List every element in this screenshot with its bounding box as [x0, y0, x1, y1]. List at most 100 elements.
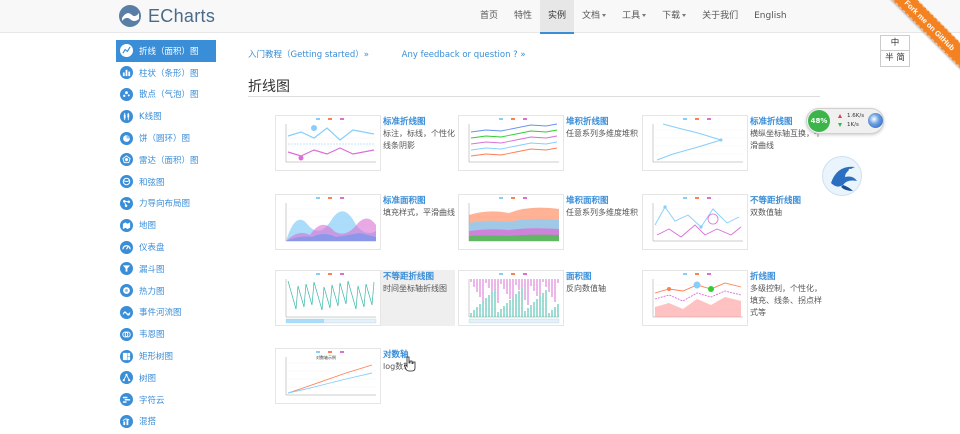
sidebar-item-venn-chart[interactable]: 韦恩图 — [116, 323, 216, 345]
sidebar-item-mix-chart[interactable]: 混搭 — [116, 411, 216, 433]
network-speed-widget[interactable]: 48% 1.6K/s 1K/s — [806, 108, 884, 134]
sidebar-item-treemap-chart[interactable]: 矩形树图 — [116, 345, 216, 367]
sidebar-item-label: 矩形树图 — [139, 352, 174, 363]
example-thumbnail[interactable] — [642, 270, 748, 326]
sidebar-item-label: 混搭 — [139, 417, 157, 428]
sidebar-item-label: 仪表盘 — [139, 243, 165, 254]
sidebar-item-line-chart[interactable]: 折线（面积）图 — [116, 40, 216, 62]
sidebar-item-chord-chart[interactable]: 和弦图 — [116, 171, 216, 193]
nav-item-7[interactable]: English — [746, 0, 795, 33]
eventriver-chart-icon — [120, 305, 133, 319]
nav-item-label: 工具 — [622, 11, 641, 21]
nav-item-6[interactable]: 关于我们 — [694, 0, 746, 33]
example-thumbnail[interactable] — [275, 270, 381, 326]
venn-chart-icon — [120, 327, 133, 341]
main-nav: 首页 特性 实例 文档 工具 下载 关于我们 English — [472, 0, 795, 34]
wordcloud-chart-icon — [120, 393, 133, 407]
speed-ball-icon — [868, 113, 883, 128]
sidebar-item-funnel-chart[interactable]: 漏斗图 — [116, 258, 216, 280]
example-thumbnail[interactable] — [642, 194, 748, 250]
page-title: 折线图 — [248, 79, 290, 95]
nav-item-2[interactable]: 实例 — [540, 0, 575, 34]
feedback-link[interactable]: Any feedback or question ? » — [402, 50, 526, 60]
example-description: log数轴 — [383, 362, 412, 371]
example-title[interactable]: 不等距折线图 — [750, 194, 801, 206]
example-title[interactable]: 面积图 — [566, 270, 592, 282]
example-card[interactable]: 折线图 多级控制，个性化，填充、线条、拐点样式等 — [642, 270, 822, 326]
candlestick-chart-icon — [120, 109, 133, 123]
download-speed: 1K/s — [847, 122, 859, 128]
sidebar-item-bar-chart[interactable]: 柱状（条形）图 — [116, 62, 216, 84]
example-card[interactable]: 标准面积图填充样式，平滑曲线 — [275, 194, 455, 250]
example-thumbnail[interactable] — [642, 115, 748, 171]
example-card[interactable]: 堆积折线图任意系列多维度堆积 — [458, 115, 638, 171]
sidebar-item-radar-chart[interactable]: 雷达（面积）图 — [116, 149, 216, 171]
sidebar-item-candlestick-chart[interactable]: K线图 — [116, 105, 216, 127]
sidebar-item-map-chart[interactable]: 地图 — [116, 214, 216, 236]
nav-item-label: 实例 — [548, 11, 567, 21]
sidebar-item-wordcloud-chart[interactable]: 字符云 — [116, 389, 216, 411]
sidebar-item-label: 饼（圆环）图 — [139, 134, 191, 145]
caret-down-icon — [602, 14, 607, 17]
example-thumbnail[interactable] — [275, 194, 381, 250]
example-title[interactable]: 堆积折线图 — [566, 115, 609, 127]
example-thumbnail[interactable] — [458, 270, 564, 326]
example-title[interactable]: 标准面积图 — [383, 194, 426, 206]
brand[interactable]: ECharts — [118, 4, 215, 28]
example-thumbnail[interactable] — [458, 194, 564, 250]
caret-down-icon — [682, 14, 687, 17]
bar-chart-icon — [120, 66, 133, 80]
example-thumbnail[interactable] — [458, 115, 564, 171]
nav-item-label: 关于我们 — [702, 11, 739, 21]
viewport: ECharts 首页 特性 实例 文档 工具 下载 关于我们 English Fork me … — [0, 0, 960, 434]
nav-item-label: 首页 — [480, 11, 499, 21]
sidebar-item-label: 漏斗图 — [139, 264, 165, 275]
example-title[interactable]: 堆积面积图 — [566, 194, 609, 206]
sidebar-item-heatmap-chart[interactable]: 热力图 — [116, 280, 216, 302]
sidebar-item-label: 和弦图 — [139, 177, 165, 188]
sidebar-item-gauge-chart[interactable]: 仪表盘 — [116, 236, 216, 258]
example-card[interactable]: 标准折线图 横纵坐标轴互换，平滑曲线 — [642, 115, 822, 171]
example-title[interactable]: 折线图 — [750, 270, 776, 282]
nav-item-5[interactable]: 下载 — [654, 0, 694, 33]
example-description: 填充样式，平滑曲线 — [383, 208, 455, 217]
sidebar-item-scatter-chart[interactable]: 散点（气泡）图 — [116, 84, 216, 106]
nav-item-label: 下载 — [662, 11, 681, 21]
bird-assistant-icon[interactable] — [822, 156, 862, 196]
nav-item-1[interactable]: 特性 — [506, 0, 540, 33]
nav-item-4[interactable]: 工具 — [614, 0, 654, 33]
sidebar-item-pie-chart[interactable]: 饼（圆环）图 — [116, 127, 216, 149]
example-card[interactable]: 标准折线图标注，标线，个性化线条阴影 — [275, 115, 455, 171]
example-card[interactable]: 对数轴示例 对数轴 log数轴 — [275, 348, 455, 404]
sidebar-item-tree-chart[interactable]: 树图 — [116, 367, 216, 389]
sidebar-item-force-chart[interactable]: 力导向布局图 — [116, 193, 216, 215]
nav-item-3[interactable]: 文档 — [574, 0, 614, 33]
example-title[interactable]: 标准折线图 — [383, 115, 426, 127]
sidebar-item-label: 字符云 — [139, 395, 165, 406]
sidebar-item-eventriver-chart[interactable]: 事件河流图 — [116, 302, 216, 324]
map-chart-icon — [120, 218, 133, 232]
github-ribbon-label[interactable]: Fork me on GitHub — [881, 0, 960, 74]
example-thumbnail[interactable]: 对数轴示例 — [275, 348, 381, 404]
example-title[interactable]: 标准折线图 — [750, 115, 793, 127]
nav-item-label: 特性 — [514, 11, 533, 21]
example-description: 任意系列多维度堆积 — [566, 129, 638, 138]
hand-cursor-icon — [404, 356, 416, 372]
example-description: 任意系列多维度堆积 — [566, 208, 638, 217]
github-ribbon[interactable]: Fork me on GitHub — [880, 0, 960, 80]
nav-item-0[interactable]: 首页 — [472, 0, 506, 33]
example-card[interactable]: 面积图 反向数值轴 — [458, 270, 638, 326]
example-card[interactable]: 不等距折线图 时间坐标轴折线图 — [275, 270, 455, 326]
example-description: 标注，标线，个性化线条阴影 — [383, 129, 455, 150]
sidebar-item-label: 折线（面积）图 — [139, 46, 199, 57]
example-card[interactable]: 不等距折线图 双数值轴 — [642, 194, 822, 250]
sidebar-item-label: 热力图 — [139, 286, 165, 297]
chart-type-sidebar: 折线（面积）图柱状（条形）图散点（气泡）图 K线图饼（圆环）图雷达（面积）图和弦图… — [116, 40, 216, 432]
heatmap-chart-icon — [120, 284, 133, 298]
sidebar-item-label: 力导向布局图 — [139, 199, 191, 210]
example-thumbnail[interactable] — [275, 115, 381, 171]
example-card[interactable]: 堆积面积图任意系列多维度堆积 — [458, 194, 638, 250]
getting-started-link[interactable]: 入门教程（Getting started）» — [248, 50, 369, 60]
sidebar-item-label: 散点（气泡）图 — [139, 90, 199, 101]
example-title[interactable]: 不等距折线图 — [383, 270, 434, 282]
